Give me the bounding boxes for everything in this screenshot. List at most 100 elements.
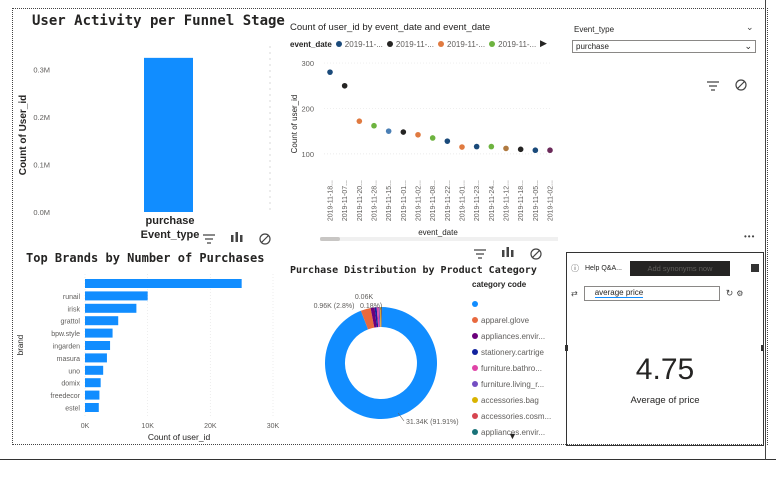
qa-result-value: 4.75	[635, 353, 695, 386]
info-icon[interactable]: ⓘ	[571, 263, 579, 274]
brand-bar[interactable]	[85, 303, 137, 313]
brand-bar[interactable]	[85, 279, 242, 288]
timeline-y-tick-label: 300	[301, 59, 314, 68]
donut-label-mid2: 0.18%)	[360, 303, 382, 310]
timeline-point[interactable]	[400, 129, 407, 135]
legend-label: apparel.glove	[481, 315, 530, 325]
legend-dot	[472, 301, 478, 307]
category-legend-item[interactable]: furniture.living_r...	[472, 376, 558, 392]
legend-dot	[472, 397, 478, 403]
funnel-y-axis-title: Count of User_id	[18, 95, 29, 176]
legend-label: appliances.envir...	[481, 331, 546, 341]
brand-bar[interactable]	[85, 328, 113, 338]
timeline-point[interactable]	[503, 145, 509, 152]
funnel-bar[interactable]	[144, 57, 193, 212]
timeline-point[interactable]	[459, 144, 465, 150]
timeline-point[interactable]	[517, 146, 524, 153]
category-donut-visual[interactable]: Purchase Distribution by Product Categor…	[286, 245, 558, 443]
more-options-icon[interactable]: •••	[744, 232, 755, 241]
timeline-x-tick-label: 2019-11-20...	[357, 180, 364, 221]
timeline-point[interactable]	[327, 69, 333, 75]
timeline-x-tick-label: 2019-11-05...	[533, 180, 540, 221]
legend-dot	[472, 413, 478, 419]
brand-bar[interactable]	[85, 316, 119, 326]
resize-handle[interactable]	[565, 345, 568, 351]
timeline-point[interactable]	[473, 143, 480, 150]
timeline-point[interactable]	[371, 122, 377, 129]
slicer-title: Event_type	[574, 25, 615, 34]
brand-bar[interactable]	[85, 378, 101, 388]
timeline-x-tick-label: 2019-11-01...	[460, 180, 467, 221]
brand-bar[interactable]	[85, 341, 111, 350]
timeline-x-tick-label: 2019-11-28...	[372, 180, 379, 221]
timeline-x-tick-label: 2019-11-24...	[489, 180, 496, 221]
brands-chart-visual[interactable]: Top Brands by Number of Purchases brand …	[14, 248, 282, 443]
timeline-scrollbar-thumb[interactable]	[320, 237, 340, 241]
filter-icon[interactable]	[706, 79, 720, 93]
timeline-point[interactable]	[547, 147, 553, 154]
timeline-point[interactable]	[415, 131, 421, 138]
slicer-collapse-icon[interactable]: ⌄	[746, 22, 754, 33]
timeline-point[interactable]	[341, 82, 348, 89]
brands-x-axis-title: Count of user_id	[148, 432, 211, 442]
brands-x-tick-label: 20K	[204, 423, 217, 430]
refresh-icon[interactable]: ↻	[726, 288, 734, 299]
brand-bar[interactable]	[85, 365, 104, 375]
share-icon[interactable]: ⇄	[571, 289, 578, 298]
resize-handle[interactable]	[761, 345, 764, 351]
timeline-point[interactable]	[429, 135, 436, 141]
brand-category-label: ingarden	[53, 344, 80, 351]
brands-y-axis-title: brand	[16, 335, 25, 355]
qa-header: ⓘ Help Q&A... Add synonyms now	[571, 259, 759, 277]
filter-icon[interactable]	[202, 232, 216, 246]
timeline-x-axis-title: event_date	[418, 228, 458, 237]
legend-scroll-down-icon[interactable]: ▼	[508, 431, 517, 441]
category-legend-item[interactable]: accessories.cosm...	[472, 408, 558, 424]
funnel-chart-visual[interactable]: User Activity per Funnel Stage Count of …	[14, 10, 285, 246]
clear-selection-icon[interactable]	[529, 247, 543, 261]
stop-icon[interactable]	[751, 264, 759, 272]
clear-selection-icon[interactable]	[734, 78, 748, 92]
legend-label: furniture.living_r...	[481, 379, 545, 389]
category-legend-item[interactable]: furniture.bathro...	[472, 360, 558, 376]
focus-mode-icon[interactable]	[501, 245, 515, 259]
focus-mode-icon[interactable]	[230, 230, 244, 244]
legend-dot	[472, 381, 478, 387]
canvas-right-divider	[765, 0, 766, 460]
qa-query-input[interactable]: average price	[583, 285, 720, 301]
timeline-chart-visual[interactable]: Count of user_id by event_date and event…	[286, 16, 560, 244]
timeline-x-tick-label: 2019-11-07...	[342, 180, 349, 221]
timeline-point[interactable]	[488, 143, 495, 150]
category-legend-item[interactable]: appliances.envir...	[472, 328, 558, 344]
brand-bar[interactable]	[85, 353, 107, 363]
timeline-y-tick-label: 100	[301, 150, 314, 159]
event-type-slicer[interactable]: Event_type ⌄ purchase ⌄	[570, 22, 756, 94]
brand-bar[interactable]	[85, 390, 100, 400]
timeline-point[interactable]	[356, 118, 363, 124]
timeline-point[interactable]	[385, 128, 392, 134]
brand-bar[interactable]	[85, 291, 148, 301]
brand-bar[interactable]	[85, 403, 99, 412]
category-legend-item[interactable]: stationery.cartrige	[472, 344, 558, 360]
slicer-dropdown[interactable]: purchase ⌄	[572, 40, 756, 53]
add-synonyms-button[interactable]: Add synonyms now	[629, 260, 730, 276]
clear-selection-icon[interactable]	[258, 232, 272, 246]
brand-category-label: estel	[65, 406, 80, 413]
brand-category-label: uno	[68, 368, 80, 375]
legend-label: stationery.cartrige	[481, 347, 544, 357]
timeline-scrollbar[interactable]	[320, 237, 558, 241]
category-legend-item[interactable]: apparel.glove	[472, 312, 558, 328]
timeline-x-tick-label: 2019-11-12...	[504, 180, 511, 221]
brands-x-tick-label: 10K	[141, 423, 154, 430]
brands-chart-svg: brand runail irisk grattol bpw.style ingarde…	[16, 274, 280, 442]
legend-label: accessories.cosm...	[481, 411, 552, 421]
gear-icon[interactable]: ⚙	[736, 289, 743, 298]
timeline-x-tick-label: 2019-11-02...	[416, 180, 423, 221]
category-legend-item[interactable]: accessories.bag	[472, 392, 558, 408]
help-qa-link[interactable]: Help Q&A...	[585, 265, 622, 272]
category-legend-item[interactable]	[472, 296, 558, 312]
funnel-x-tick-label: purchase	[146, 215, 195, 227]
qa-visual[interactable]: ⓘ Help Q&A... Add synonyms now ⇄ average…	[565, 252, 764, 446]
timeline-point[interactable]	[444, 138, 451, 144]
timeline-point[interactable]	[532, 147, 539, 154]
